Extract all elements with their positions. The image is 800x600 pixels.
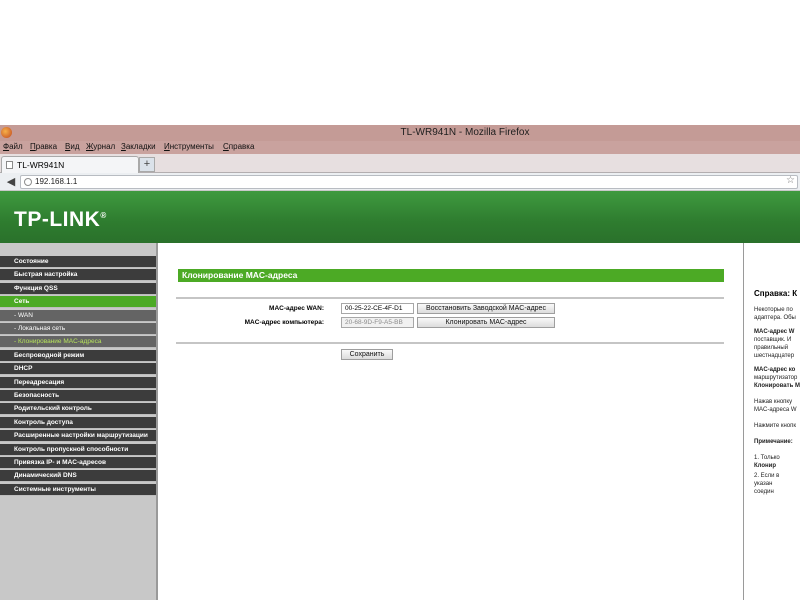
tab-bar: TL-WR941N + [0, 154, 800, 173]
menu-tools[interactable]: Инструменты [164, 142, 214, 151]
tp-link-logo: TP-LINK® [14, 208, 107, 232]
main-panel: Клонирование MAC-адреса MAC-адрес WAN: 0… [158, 243, 743, 600]
help-title: Справка: К [754, 289, 798, 298]
pc-mac-label: MAC-адрес компьютера: [244, 319, 324, 326]
sidebar-item[interactable]: Расширенные настройки маршрутизации [0, 430, 156, 443]
sidebar-item[interactable]: Контроль доступа [0, 416, 156, 429]
wan-mac-input[interactable]: 00-25-22-CE-4F-D1 [341, 303, 414, 314]
divider-bottom [176, 342, 724, 344]
sidebar-item[interactable]: Системные инструменты [0, 483, 156, 496]
sidebar-item[interactable]: Функция QSS [0, 282, 156, 295]
sidebar-item[interactable]: Контроль пропускной способности [0, 443, 156, 456]
save-button[interactable]: Сохранить [341, 349, 393, 360]
menu-bookmarks[interactable]: Закладки [121, 142, 156, 151]
menu-history[interactable]: Журнал [86, 142, 115, 151]
sidebar-item[interactable]: DHCP [0, 363, 156, 376]
sidebar-item[interactable]: Переадресация [0, 376, 156, 389]
globe-icon [24, 178, 32, 186]
help-text-line: Клонировать M [754, 383, 800, 389]
help-text-line: маршрутизатор [754, 375, 798, 381]
menu-bar: Файл Правка Вид Журнал Закладки Инструме… [0, 141, 800, 154]
help-text-line: Примечание: [754, 439, 793, 445]
help-text-line: указан [754, 481, 773, 487]
address-bar[interactable]: 192.168.1.1 ☆ [20, 175, 798, 189]
wan-mac-label: MAC-адрес WAN: [269, 305, 324, 312]
menu-file[interactable]: Файл [3, 142, 23, 151]
sidebar-item[interactable]: Беспроводной режим [0, 349, 156, 362]
sidebar-item[interactable]: - Локальная сеть [0, 323, 156, 335]
new-tab-button[interactable]: + [139, 157, 155, 172]
sidebar-item[interactable]: Безопасность [0, 390, 156, 402]
pc-mac-input: 20-68-9D-F9-A5-BB [341, 317, 414, 328]
back-arrow-icon[interactable]: ◀ [4, 175, 18, 189]
help-text-line: Нажав кнопку [754, 399, 793, 405]
sidebar-item[interactable]: Быстрая настройка [0, 269, 156, 282]
help-panel: Справка: К Некоторые по адаптера. Обы MAC-… [743, 243, 800, 600]
help-text-line: Нажмите кнопк [754, 423, 796, 429]
registered-mark: ® [100, 211, 107, 220]
sidebar-item[interactable]: Родительский контроль [0, 403, 156, 416]
bookmark-star-icon[interactable]: ☆ [786, 175, 795, 186]
menu-view[interactable]: Вид [65, 142, 79, 151]
help-text-line: MAC-адрес ко [754, 367, 796, 373]
page-icon [6, 161, 13, 169]
logo-text: TP-LINK [14, 208, 101, 231]
navigation-bar: ◀ 192.168.1.1 ☆ [0, 173, 800, 191]
help-text-line: MAC-адрес W [754, 329, 795, 335]
sidebar-item[interactable]: Динамический DNS [0, 470, 156, 483]
restore-factory-mac-button[interactable]: Восстановить Заводской MAC-адрес [417, 303, 555, 314]
help-text-line: правильный [754, 345, 789, 351]
header-banner: TP-LINK® [0, 191, 800, 243]
help-text-line: адаптера. Обы [754, 315, 796, 321]
help-text-line: Клонир [754, 463, 777, 469]
browser-tab[interactable]: TL-WR941N [1, 156, 139, 173]
sidebar-item[interactable]: Сеть [0, 296, 156, 309]
window-title: TL-WR941N - Mozilla Firefox [400, 127, 530, 138]
help-text-line: MAC-адреса W [754, 407, 797, 413]
sidebar-item[interactable]: Состояние [0, 256, 156, 268]
sidebar-item[interactable]: - Клонирование MAC-адреса [0, 336, 156, 349]
help-text-line: Некоторые по [754, 307, 793, 313]
divider-top [176, 297, 724, 299]
url-text: 192.168.1.1 [35, 177, 78, 186]
help-text-line: поставщик. И [754, 337, 792, 343]
help-text-line: 1. Только [754, 455, 780, 461]
help-text-line: шестнадцатер [754, 353, 795, 359]
help-text-line: 2. Если в [754, 473, 780, 479]
sidebar-menu: Состояние Быстрая настройка Функция QSS Сет… [0, 243, 158, 600]
menu-help[interactable]: Справка [223, 142, 254, 151]
sidebar-item[interactable]: Привязка IP- и MAC-адресов [0, 457, 156, 469]
help-text-line: соедин [754, 489, 774, 495]
clone-mac-button[interactable]: Клонировать MAC-адрес [417, 317, 555, 328]
tab-label: TL-WR941N [17, 160, 65, 170]
sidebar-item[interactable]: - WAN [0, 309, 156, 322]
menu-edit[interactable]: Правка [30, 142, 57, 151]
section-title: Клонирование MAC-адреса [178, 269, 724, 282]
window-title-bar: TL-WR941N - Mozilla Firefox [0, 125, 800, 141]
